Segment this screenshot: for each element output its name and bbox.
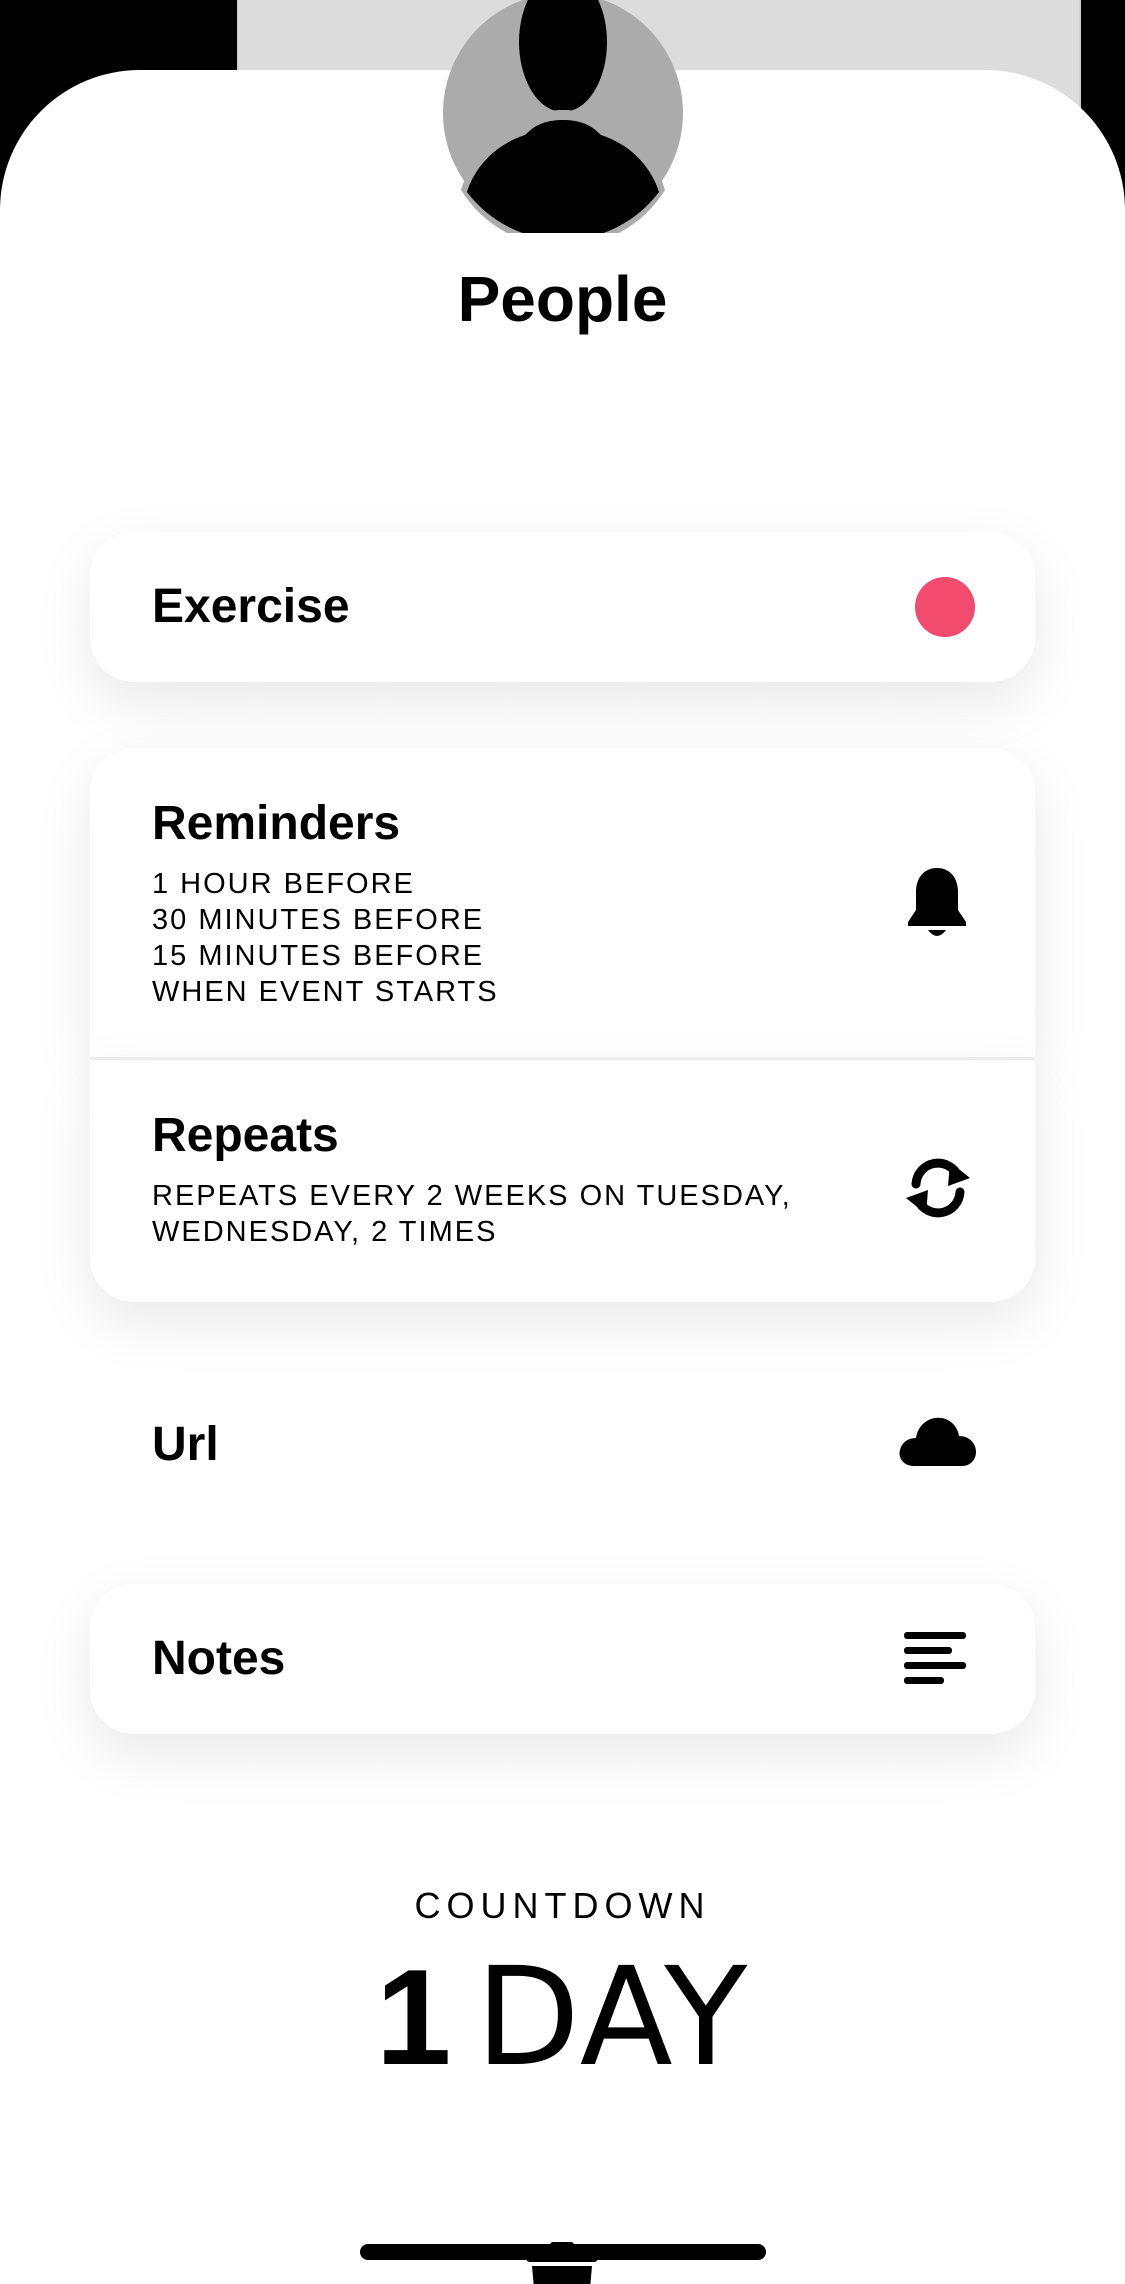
repeats-row[interactable]: Repeats REPEATS EVERY 2 WEEKS ON TUESDAY… bbox=[90, 1060, 1035, 1302]
notes-label: Notes bbox=[152, 1632, 286, 1685]
row-divider bbox=[90, 1057, 1035, 1060]
reminders-list: 1 HOUR BEFORE 30 MINUTES BEFORE 15 MINUT… bbox=[152, 866, 499, 1010]
repeats-description: REPEATS EVERY 2 WEEKS ON TUESDAY, WEDNES… bbox=[152, 1178, 792, 1250]
notes-row[interactable]: Notes bbox=[90, 1584, 1035, 1734]
bell-icon bbox=[908, 868, 966, 936]
countdown-number: 1 bbox=[375, 1941, 452, 2093]
calendar-row-exercise[interactable]: Exercise bbox=[90, 532, 1035, 682]
repeats-line: REPEATS EVERY 2 WEEKS ON TUESDAY, bbox=[152, 1180, 792, 1212]
url-row[interactable]: Url bbox=[90, 1370, 1035, 1520]
reminder-item: 1 HOUR BEFORE bbox=[152, 868, 415, 900]
event-detail-sheet: Exercise Reminders 1 HOUR BEFORE 30 MINU… bbox=[0, 70, 1125, 2284]
calendar-color-dot bbox=[915, 577, 975, 637]
calendar-name: Exercise bbox=[152, 580, 350, 633]
trash-icon[interactable] bbox=[522, 2240, 602, 2284]
avatar bbox=[443, 0, 683, 233]
url-label: Url bbox=[152, 1418, 219, 1471]
cloud-icon bbox=[899, 1417, 976, 1466]
screen: Exercise Reminders 1 HOUR BEFORE 30 MINU… bbox=[0, 0, 1125, 2284]
reminder-item: 30 MINUTES BEFORE bbox=[152, 904, 485, 936]
page-title: People bbox=[457, 263, 668, 335]
countdown-unit: DAY bbox=[475, 1939, 750, 2097]
repeats-line: WEDNESDAY, 2 TIMES bbox=[152, 1216, 498, 1248]
notes-icon bbox=[904, 1632, 966, 1684]
reminder-item: 15 MINUTES BEFORE bbox=[152, 940, 485, 972]
repeat-icon bbox=[906, 1158, 970, 1218]
countdown-label: COUNTDOWN bbox=[414, 1885, 711, 1926]
reminders-title: Reminders bbox=[152, 797, 401, 850]
reminder-item: WHEN EVENT STARTS bbox=[152, 976, 499, 1008]
countdown-value: 1 DAY bbox=[0, 1942, 1125, 2093]
reminders-row[interactable]: Reminders 1 HOUR BEFORE 30 MINUTES BEFOR… bbox=[90, 748, 1035, 1058]
repeats-title: Repeats bbox=[152, 1109, 339, 1162]
